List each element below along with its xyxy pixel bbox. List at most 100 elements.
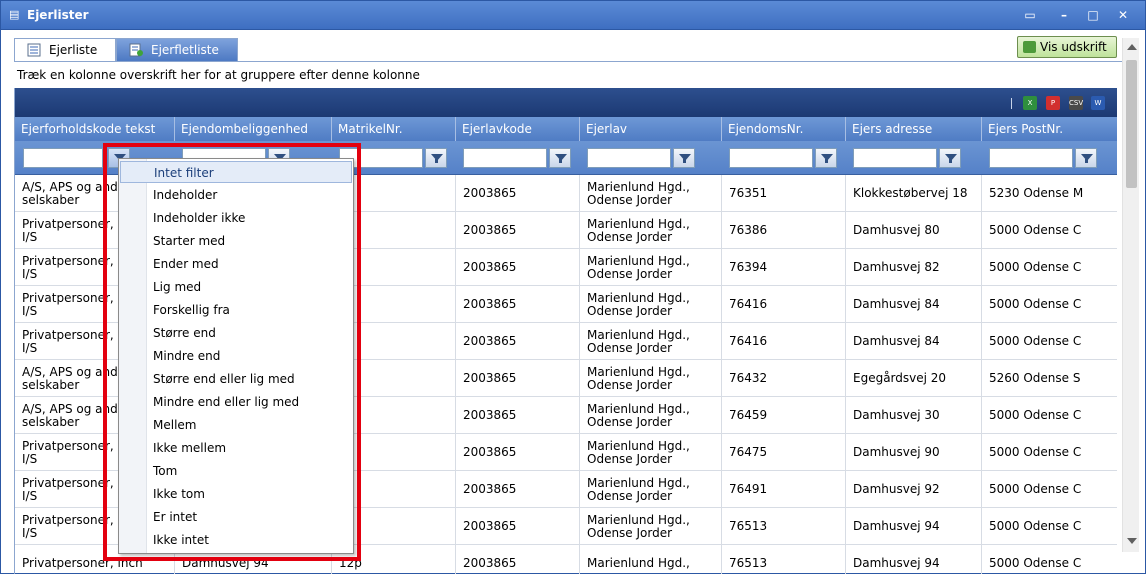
filter-menu-item[interactable]: Ikke tom <box>120 483 352 505</box>
cell-ejers-postnr: 5000 Odense C <box>982 397 1117 434</box>
cell-ejers-postnr: 5000 Odense C <box>982 434 1117 471</box>
cell-ejendomsnr: 76394 <box>722 249 846 286</box>
cell-ejers-postnr: 5000 Odense C <box>982 212 1117 249</box>
cell-ejers-adresse: Damhusvej 30 <box>846 397 982 434</box>
cell-ejers-postnr: 5000 Odense C <box>982 249 1117 286</box>
column-header-ejers-postnr[interactable]: Ejers PostNr. <box>982 117 1117 141</box>
tab-ejerfletliste[interactable]: Ejerfletliste <box>116 38 238 62</box>
cell-ejers-adresse: Damhusvej 92 <box>846 471 982 508</box>
word-export-icon[interactable]: W <box>1091 96 1105 110</box>
pdf-export-icon[interactable]: P <box>1046 96 1060 110</box>
column-header-ejers-adresse[interactable]: Ejers adresse <box>846 117 982 141</box>
cell-ejers-postnr: 5260 Odense S <box>982 360 1117 397</box>
filter-menu-item[interactable]: Mindre end eller lig med <box>120 391 352 413</box>
cell-ejerlavkode: 2003865 <box>456 286 580 323</box>
column-header-matrikelnr[interactable]: MatrikelNr. <box>332 117 456 141</box>
printer-icon <box>1023 41 1036 53</box>
filter-menu-item[interactable]: Større end eller lig med <box>120 368 352 390</box>
filter-menu-item[interactable]: Tom <box>120 460 352 482</box>
cell-ejers-adresse: Damhusvej 80 <box>846 212 982 249</box>
cell-ejers-adresse: Damhusvej 94 <box>846 545 982 574</box>
excel-export-icon[interactable]: X <box>1023 96 1037 110</box>
tab-divider <box>14 61 1122 62</box>
tab-ejerliste[interactable]: Ejerliste <box>14 38 116 62</box>
minimize-icon[interactable]: – <box>1055 7 1073 23</box>
close-icon[interactable]: ✕ <box>1114 7 1132 23</box>
filter-menu-item[interactable]: Er intet <box>120 506 352 528</box>
vertical-scrollbar[interactable] <box>1122 38 1139 552</box>
cell-ejers-adresse: Damhusvej 82 <box>846 249 982 286</box>
cell-ejers-adresse: Damhusvej 90 <box>846 434 982 471</box>
filter-operator-menu: Intet filter Indeholder Indeholder ikke Sta… <box>118 158 354 554</box>
filter-menu-item[interactable]: Forskellig fra <box>120 299 352 321</box>
filter-menu-item[interactable]: Ikke intet <box>120 529 352 551</box>
cell-ejers-postnr: 5000 Odense C <box>982 471 1117 508</box>
filter-input-ejers-adresse[interactable] <box>853 148 937 168</box>
filter-button-ejers-postnr[interactable] <box>1075 148 1097 168</box>
filter-menu-item[interactable]: Indeholder <box>120 184 352 206</box>
cell-ejerlav: Marienlund Hgd., Odense Jorder <box>580 471 722 508</box>
cell-ejerlav: Marienlund Hgd., Odense Jorder <box>580 212 722 249</box>
cell-ejendomsnr: 76351 <box>722 175 846 212</box>
filter-menu-item[interactable]: Mellem <box>120 414 352 436</box>
column-header-ejerforholdskode[interactable]: Ejerforholdskode tekst <box>15 117 175 141</box>
print-preview-label: Vis udskrift <box>1040 40 1107 54</box>
cell-ejendomsnr: 76459 <box>722 397 846 434</box>
cell-ejerlav: Marienlund Hgd., Odense Jorder <box>580 434 722 471</box>
list-icon <box>27 43 41 57</box>
cell-ejers-adresse: Damhusvej 84 <box>846 286 982 323</box>
csv-export-icon[interactable]: CSV <box>1069 96 1083 110</box>
column-header-ejerlav[interactable]: Ejerlav <box>580 117 722 141</box>
cell-ejerlav: Marienlund Hgd., Odense Jorder <box>580 286 722 323</box>
column-header-ejendomsnr[interactable]: EjendomsNr. <box>722 117 846 141</box>
cell-ejerlavkode: 2003865 <box>456 323 580 360</box>
filter-menu-item[interactable]: Intet filter <box>120 161 352 183</box>
filter-menu-item[interactable]: Ikke mellem <box>120 437 352 459</box>
scroll-thumb[interactable] <box>1126 60 1137 188</box>
filter-menu-item[interactable]: Indeholder ikke <box>120 207 352 229</box>
filter-button-ejendomsnr[interactable] <box>815 148 837 168</box>
cell-ejerlav: Marienlund Hgd., Odense Jorder <box>580 508 722 545</box>
filter-input-ejerlav[interactable] <box>587 148 671 168</box>
cell-ejerlav: Marienlund Hgd., Odense Jorder <box>580 323 722 360</box>
cell-ejendomsnr: 76491 <box>722 471 846 508</box>
cell-ejerlavkode: 2003865 <box>456 212 580 249</box>
cell-ejerlavkode: 2003865 <box>456 508 580 545</box>
filter-menu-item[interactable]: Starter med <box>120 230 352 252</box>
filter-input-ejendomsnr[interactable] <box>729 148 813 168</box>
filter-input-ejerlavkode[interactable] <box>463 148 547 168</box>
cell-ejerlavkode: 2003865 <box>456 175 580 212</box>
cell-ejerlav: Marienlund Hgd., Odense Jorder <box>580 360 722 397</box>
column-header-ejendombeliggenhed[interactable]: Ejendombeliggenhed <box>175 117 332 141</box>
cell-ejers-postnr: 5000 Odense C <box>982 545 1117 574</box>
scroll-up-icon[interactable] <box>1127 44 1137 50</box>
cell-ejerlav: Marienlund Hgd., Odense Jorder <box>580 249 722 286</box>
window-title: Ejerlister <box>27 8 89 22</box>
filter-button-matrikelnr[interactable] <box>425 148 447 168</box>
cell-ejerlavkode: 2003865 <box>456 397 580 434</box>
filter-input-ejerforholdskode[interactable] <box>23 148 103 168</box>
cell-ejerlavkode: 2003865 <box>456 471 580 508</box>
restore-down-icon[interactable]: ▭ <box>1021 7 1039 23</box>
filter-menu-item[interactable]: Lig med <box>120 276 352 298</box>
filter-button-ejers-adresse[interactable] <box>939 148 961 168</box>
filter-button-ejerlav[interactable] <box>673 148 695 168</box>
filter-input-ejers-postnr[interactable] <box>989 148 1073 168</box>
cell-ejers-adresse: Damhusvej 94 <box>846 508 982 545</box>
cell-ejerlav: Marienlund Hgd., <box>580 545 722 574</box>
filter-button-ejerlavkode[interactable] <box>549 148 571 168</box>
cell-ejerlav: Marienlund Hgd., Odense Jorder <box>580 397 722 434</box>
cell-ejendomsnr: 76416 <box>722 323 846 360</box>
maximize-icon[interactable]: □ <box>1084 7 1102 23</box>
column-header-ejerlavkode[interactable]: Ejerlavkode <box>456 117 580 141</box>
cell-ejendomsnr: 76475 <box>722 434 846 471</box>
filter-menu-item[interactable]: Ender med <box>120 253 352 275</box>
print-preview-button[interactable]: Vis udskrift <box>1017 36 1117 58</box>
group-by-hint: Træk en kolonne overskrift her for at gr… <box>17 68 420 82</box>
filter-menu-item[interactable]: Mindre end <box>120 345 352 367</box>
cell-ejendomsnr: 76513 <box>722 508 846 545</box>
cell-ejerlavkode: 2003865 <box>456 545 580 574</box>
scroll-down-icon[interactable] <box>1127 538 1137 544</box>
cell-ejendomsnr: 76386 <box>722 212 846 249</box>
filter-menu-item[interactable]: Større end <box>120 322 352 344</box>
